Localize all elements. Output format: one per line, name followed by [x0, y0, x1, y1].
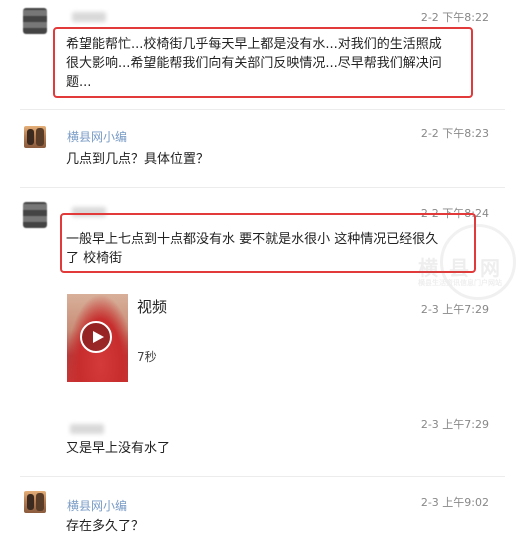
message-time: 2-2 下午8:22	[420, 11, 489, 24]
message-text: 存在多久了？	[66, 519, 145, 534]
message-time: 2-3 上午9:02	[420, 496, 489, 509]
video-thumbnail[interactable]	[67, 294, 128, 382]
message-text: 希望能帮忙...校椅街几乎每天早上都是没有水...对我们的生活照成 很大影响..…	[66, 37, 442, 90]
divider	[20, 476, 505, 477]
divider	[20, 109, 505, 110]
message-time: 2-3 上午7:29	[420, 418, 489, 431]
video-label: 视频	[137, 298, 168, 316]
avatar-editor	[24, 491, 46, 513]
sender-name-blurred	[72, 12, 106, 22]
play-icon[interactable]	[80, 321, 112, 353]
video-duration: 7秒	[137, 350, 157, 364]
watermark-title: 横 县 网	[418, 256, 502, 280]
avatar-editor	[24, 126, 46, 148]
message-text: 又是早上没有水了	[66, 441, 171, 456]
sender-name-blurred	[70, 424, 104, 434]
sender-name: 横县网小编	[67, 499, 128, 513]
divider	[20, 187, 505, 188]
watermark-subtitle: 横县生活资讯信息门户网站	[418, 279, 502, 287]
message-text: 几点到几点？具体位置？	[66, 152, 210, 167]
watermark-logo: 横 县 网 横县生活资讯信息门户网站	[400, 224, 520, 300]
message-time: 2-3 上午7:29	[420, 303, 489, 316]
avatar-user	[23, 8, 47, 34]
avatar-user	[23, 202, 47, 228]
message-time: 2-2 下午8:23	[420, 127, 489, 140]
sender-name: 横县网小编	[67, 130, 128, 144]
